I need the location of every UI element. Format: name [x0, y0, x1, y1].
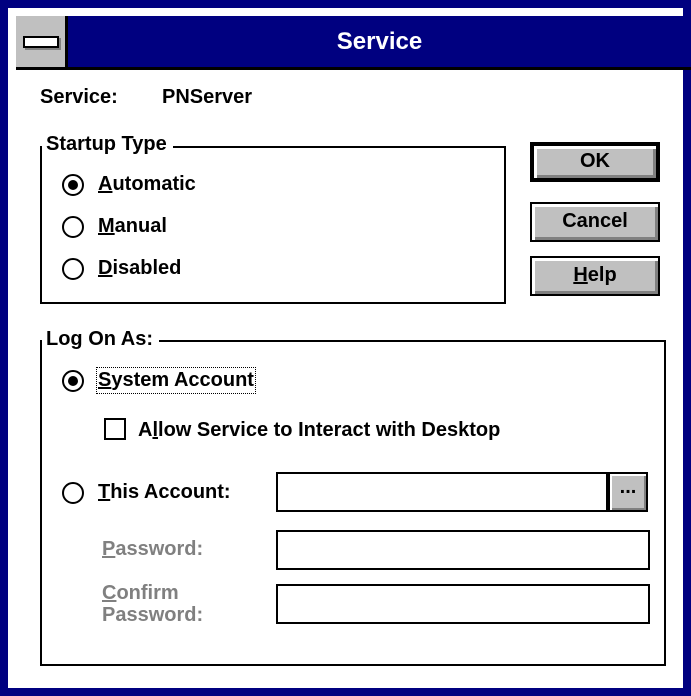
radio-system-account[interactable]: [62, 370, 84, 392]
radio-automatic[interactable]: [62, 174, 84, 196]
radio-this-account[interactable]: [62, 482, 84, 504]
service-label: Service:: [40, 86, 118, 108]
label-interact-desktop[interactable]: Allow Service to Interact with Desktop: [138, 419, 500, 442]
radio-dot: [68, 180, 78, 190]
label-disabled[interactable]: Disabled: [98, 257, 181, 280]
title-bar[interactable]: Service: [16, 16, 691, 70]
startup-type-legend: Startup Type: [42, 133, 173, 156]
label-system-account[interactable]: System Account: [96, 367, 256, 394]
window-title: Service: [336, 28, 423, 55]
label-this-account[interactable]: This Account:: [98, 481, 231, 504]
label-confirm-password: Confirm Password:: [102, 582, 204, 626]
service-name: PNServer: [162, 86, 253, 108]
system-menu-button[interactable]: [16, 16, 68, 67]
checkbox-interact-desktop[interactable]: [104, 418, 126, 440]
label-automatic[interactable]: Automatic: [98, 173, 196, 196]
radio-disabled[interactable]: [62, 258, 84, 280]
confirm-password-field[interactable]: [276, 584, 650, 624]
log-on-as-legend: Log On As:: [42, 328, 160, 351]
system-menu-icon: [23, 36, 59, 48]
ok-button[interactable]: OK: [530, 142, 660, 182]
radio-dot: [68, 376, 78, 386]
label-manual[interactable]: Manual: [98, 215, 167, 238]
cancel-button[interactable]: Cancel: [530, 202, 660, 242]
account-field[interactable]: [276, 472, 608, 512]
help-button[interactable]: Help: [530, 256, 660, 296]
password-field[interactable]: [276, 530, 650, 570]
radio-manual[interactable]: [62, 216, 84, 238]
browse-account-button[interactable]: ...: [608, 472, 648, 512]
label-password: Password:: [102, 538, 204, 560]
